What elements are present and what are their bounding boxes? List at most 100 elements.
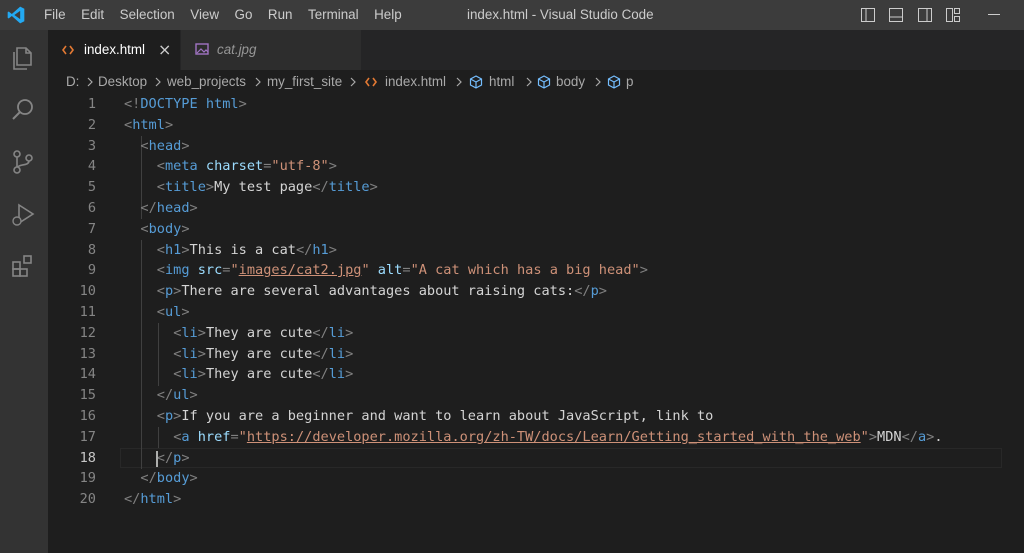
code-token: alt	[369, 262, 403, 279]
source-control-icon[interactable]	[9, 148, 37, 176]
menu-go[interactable]: Go	[235, 0, 253, 30]
code-token: "	[860, 428, 869, 445]
code-line[interactable]: 11 <ul>	[48, 302, 1024, 323]
menu-file[interactable]: File	[44, 0, 66, 30]
code-line[interactable]: 2 <html>	[48, 115, 1024, 136]
code-editor[interactable]: 1 <!DOCTYPE html> 2 <html> 3 <head> 4 <meta cha…	[48, 94, 1024, 553]
customize-layout-icon[interactable]	[945, 7, 961, 23]
code-line[interactable]: 14 <li>They are cute</li>	[48, 364, 1024, 385]
code-token: li	[328, 366, 346, 383]
code-line[interactable]: 6 </head>	[48, 198, 1024, 219]
line-number: 11	[79, 304, 96, 320]
tab-cat-jpg[interactable]: cat.jpg	[181, 30, 361, 70]
chevron-right-icon	[456, 77, 462, 87]
code-text: <meta charset="utf-8">	[157, 156, 337, 177]
tab-close-button[interactable]: ×	[158, 30, 171, 70]
code-token: <	[156, 304, 165, 320]
breadcrumb-html[interactable]: html	[489, 70, 514, 94]
code-line[interactable]: 15 </ul>	[48, 385, 1024, 406]
code-line[interactable]: 13 <li>They are cute</li>	[48, 344, 1024, 365]
menu-terminal[interactable]: Terminal	[308, 0, 359, 30]
code-line[interactable]: 20 </html>	[48, 489, 1024, 510]
breadcrumb-drive[interactable]: D:	[66, 70, 79, 94]
code-token: https://developer.mozilla.org/zh-TW/docs…	[246, 428, 861, 445]
code-token: >	[189, 200, 198, 216]
code-token: >	[238, 96, 247, 112]
search-icon[interactable]	[9, 96, 37, 124]
breadcrumb-body[interactable]: body	[556, 70, 585, 94]
code-token: <	[156, 408, 165, 424]
code-line[interactable]: 12 <li>They are cute</li>	[48, 323, 1024, 344]
breadcrumb-desktop[interactable]: Desktop	[98, 70, 147, 94]
code-text: <p>If you are a beginner and want to lea…	[157, 406, 714, 427]
code-line[interactable]: 18 </p>	[48, 448, 1024, 469]
line-number: 19	[79, 470, 96, 487]
line-number: 5	[87, 179, 96, 196]
code-line[interactable]: 8 <h1>This is a cat</h1>	[48, 240, 1024, 261]
tab-cat-jpg-label: cat.jpg	[217, 42, 257, 57]
code-token: >	[189, 470, 198, 487]
text-cursor	[156, 451, 158, 467]
code-text: </html>	[124, 489, 181, 510]
code-line[interactable]: 10 <p>There are several advantages about …	[48, 281, 1024, 302]
code-token: They are cute	[205, 345, 313, 362]
menu-edit[interactable]: Edit	[81, 0, 104, 30]
code-line[interactable]: 16 <p>If you are a beginner and want to l…	[48, 406, 1024, 427]
menu-selection[interactable]: Selection	[120, 0, 175, 30]
code-line[interactable]: 4 <meta charset="utf-8">	[48, 156, 1024, 177]
code-line[interactable]: 7 <body>	[48, 219, 1024, 240]
code-token: "	[238, 428, 247, 445]
toggle-primary-sidebar-icon[interactable]	[860, 7, 876, 23]
code-token: "A cat which has a big head"	[410, 262, 640, 279]
code-token: <	[156, 179, 165, 196]
code-text: </head>	[140, 198, 197, 219]
line-number: 3	[87, 137, 96, 154]
menu-help[interactable]: Help	[374, 0, 402, 30]
code-token: meta	[164, 158, 198, 175]
breadcrumb-web-projects[interactable]: web_projects	[167, 70, 246, 94]
code-token: My test page	[214, 179, 313, 196]
code-text: </p>	[157, 448, 190, 469]
code-token: title	[328, 179, 370, 196]
code-line[interactable]: 9 <img src="images/cat2.jpg" alt="A cat w…	[48, 260, 1024, 281]
code-token: >	[181, 241, 190, 258]
title-bar: File Edit Selection View Go Run Terminal…	[0, 0, 1024, 30]
code-line[interactable]: 1 <!DOCTYPE html>	[48, 94, 1024, 115]
code-token: >	[181, 304, 190, 320]
run-debug-icon[interactable]	[9, 200, 37, 228]
code-line[interactable]: 3 <head>	[48, 136, 1024, 157]
code-token: images/cat2.jpg	[238, 262, 362, 279]
breadcrumb-p[interactable]: p	[626, 70, 633, 94]
extensions-icon[interactable]	[9, 252, 37, 280]
line-number: 2	[87, 116, 96, 133]
menu-bar: File Edit Selection View Go Run Terminal…	[44, 0, 417, 30]
code-token: p	[164, 408, 174, 424]
breadcrumb-my-first-site[interactable]: my_first_site	[267, 70, 342, 94]
vscode-logo[interactable]	[6, 5, 26, 25]
code-token: MDN	[877, 428, 902, 445]
breadcrumb-index-html[interactable]: index.html	[385, 70, 446, 94]
code-line[interactable]: 17 <a href="https://developer.mozilla.org…	[48, 427, 1024, 448]
explorer-icon[interactable]	[9, 44, 37, 72]
code-token: html	[197, 96, 239, 112]
menu-view[interactable]: View	[190, 0, 219, 30]
code-token: >	[197, 366, 206, 383]
code-token: They are cute	[205, 324, 313, 341]
html-file-icon	[365, 77, 377, 87]
line-number: 10	[79, 283, 96, 300]
code-line[interactable]: 5 <title>My test page</title>	[48, 177, 1024, 198]
code-token: They are cute	[205, 366, 313, 383]
toggle-secondary-sidebar-icon[interactable]	[917, 7, 933, 23]
code-text: <html>	[124, 115, 173, 136]
code-token: p	[590, 283, 599, 300]
window-title: index.html - Visual Studio Code	[467, 7, 654, 22]
minimize-icon[interactable]	[988, 14, 1000, 15]
toggle-panel-icon[interactable]	[888, 7, 904, 23]
tab-index-html[interactable]: index.html ×	[48, 30, 180, 70]
code-token: html	[140, 491, 174, 508]
menu-run[interactable]: Run	[268, 0, 293, 30]
code-token: ul	[164, 304, 182, 320]
code-token: .	[934, 428, 943, 445]
code-token: >	[181, 137, 190, 154]
code-line[interactable]: 19 </body>	[48, 468, 1024, 489]
